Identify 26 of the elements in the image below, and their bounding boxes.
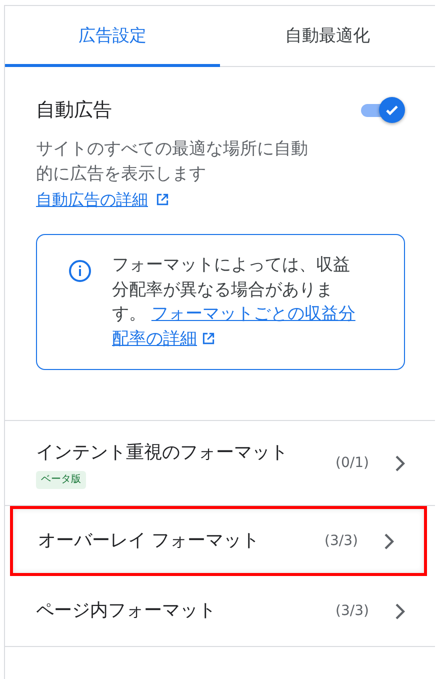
info-text: フォーマットによっては、収益分配率が異なる場合があります。 フォーマットごとの収益分 配率の詳細 [112, 254, 356, 350]
chevron-right-icon [395, 454, 405, 472]
format-name: ページ内フォーマット [36, 599, 216, 623]
external-link-icon [202, 332, 216, 346]
external-link-icon [156, 193, 169, 206]
revenue-share-link[interactable]: 配率の詳細 [112, 328, 197, 348]
tab[interactable]: 自動最適化 [220, 6, 435, 67]
tab[interactable]: 広告設定 [5, 6, 220, 67]
highlighted-format-row[interactable]: オーバーレイ フォーマット (3/3) [10, 506, 427, 576]
check-icon [385, 103, 399, 117]
info-icon [68, 259, 92, 283]
format-row[interactable]: インテント重視のフォーマット ベータ版 (0/1) [5, 421, 435, 506]
format-count: (0/1) [336, 455, 369, 471]
chevron-right-icon [395, 602, 405, 620]
details-link[interactable]: 自動広告の詳細 [36, 187, 148, 212]
format-count: (3/3) [336, 603, 369, 619]
section-title: 自動広告 [36, 98, 112, 123]
description: サイトのすべての最適な場所に自動的に広告を表示します [36, 138, 309, 186]
toggle-switch[interactable] [359, 97, 405, 123]
chevron-right-icon [384, 532, 394, 550]
format-name: オーバーレイ フォーマット [38, 529, 260, 553]
format-count: (3/3) [324, 533, 358, 549]
format-name: インテント重視のフォーマット [36, 441, 288, 465]
beta-badge: ベータ版 [36, 471, 86, 489]
format-row[interactable]: ページ内フォーマット (3/3) [5, 576, 435, 647]
revenue-share-link[interactable]: フォーマットごとの収益分 [151, 304, 356, 324]
